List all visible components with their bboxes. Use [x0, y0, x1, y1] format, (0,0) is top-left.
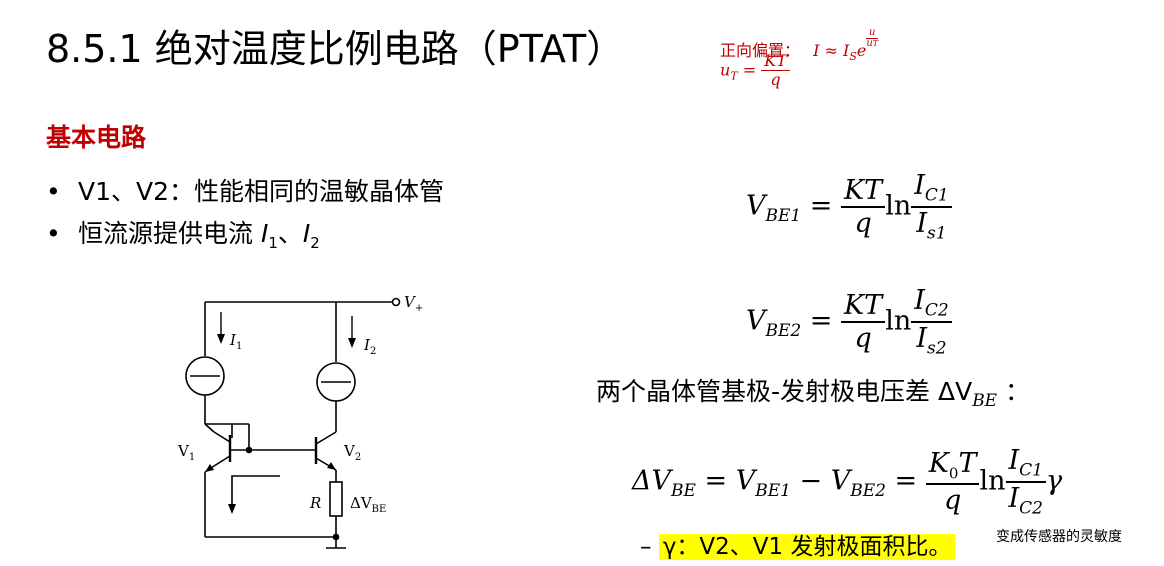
ut-note: uT = KT q: [720, 51, 790, 90]
v2-label: V2: [343, 442, 361, 463]
section-heading: 基本电路: [46, 123, 147, 152]
vplus-terminal: [391, 297, 401, 307]
equation-delta-vbe: ΔVBE = VBE1 − VBE2 = K0T q ln IC1 IC2 γ: [632, 445, 1063, 519]
sensitivity-note: 变成传感器的灵敏度: [996, 529, 1122, 545]
current-arrow-i2: [348, 338, 356, 348]
page-title: 8.5.1 绝对温度比例电路（PTAT）: [46, 27, 625, 71]
ground-node: [332, 533, 340, 541]
vplus-label: V+: [404, 293, 423, 314]
equation-vbe2: VBE2 = KT q ln IC2 Is2: [746, 285, 952, 359]
gamma-definition: – γ：V2、V1 发射极面积比。: [640, 527, 956, 561]
current-arrow-i1: [217, 334, 225, 344]
current-loop-arrow: [228, 504, 236, 514]
ptat-circuit-diagram: V+ I1 I2 V1 V2 R ΔVBE: [177, 293, 423, 549]
bullet-item: • 恒流源提供电流 I1、I2: [46, 219, 320, 252]
bullet-marker: •: [46, 219, 61, 248]
highlighted-text: γ：V2、V1 发射极面积比。: [658, 534, 956, 560]
resistor-r: [329, 481, 343, 517]
bullet-marker: •: [46, 177, 61, 206]
r-label: R: [309, 494, 321, 512]
equation-vbe1: VBE1 = KT q ln IC1 Is1: [746, 170, 952, 244]
i2-label: I2: [363, 336, 376, 357]
forward-bias-formula: I ≈ ISe u uT: [813, 27, 879, 64]
delta-vbe-label: ΔVBE: [350, 494, 386, 515]
bullet-item: • V1、V2：性能相同的温敏晶体管: [46, 172, 444, 208]
voltage-difference-label: 两个晶体管基极-发射极电压差 ΔVBE ：: [596, 377, 1031, 411]
i1-label: I1: [229, 331, 242, 352]
v1-label: V1: [177, 442, 195, 463]
bullet-text: V1、V2：性能相同的温敏晶体管: [78, 177, 445, 206]
